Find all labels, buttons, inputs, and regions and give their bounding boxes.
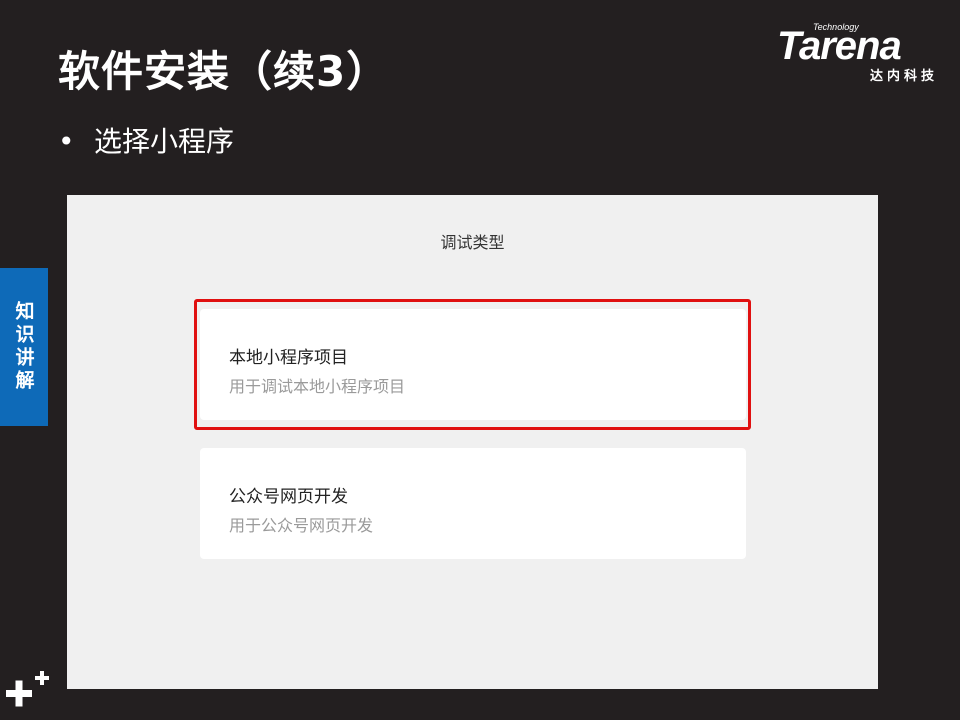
side-tab: 知识讲解: [0, 268, 48, 426]
side-tab-label: 知识讲解: [12, 301, 35, 393]
option-title: 本地小程序项目: [229, 348, 348, 368]
option-title: 公众号网页开发: [229, 487, 348, 507]
panel-title: 调试类型: [440, 233, 505, 252]
logo-chinese-text: 达内科技: [869, 69, 938, 84]
option-official-account-web[interactable]: 公众号网页开发 用于公众号网页开发: [200, 448, 746, 559]
logo-wordmark: Tarena: [777, 24, 902, 68]
option-description: 用于调试本地小程序项目: [229, 377, 406, 396]
plus-icon: [6, 671, 49, 707]
debug-type-panel: 调试类型 本地小程序项目 用于调试本地小程序项目 公众号网页开发 用于公众号网页…: [67, 195, 878, 689]
tarena-logo: Technology Tarena 达内科技: [777, 22, 942, 84]
bullet-dot-icon: •: [58, 125, 75, 158]
slide-title: 软件安装（续3）: [58, 47, 390, 96]
bullet-text: 选择小程序: [94, 125, 235, 158]
option-local-miniprogram[interactable]: 本地小程序项目 用于调试本地小程序项目: [200, 309, 746, 420]
bullet-item: • 选择小程序: [58, 120, 234, 160]
option-description: 用于公众号网页开发: [229, 516, 374, 535]
